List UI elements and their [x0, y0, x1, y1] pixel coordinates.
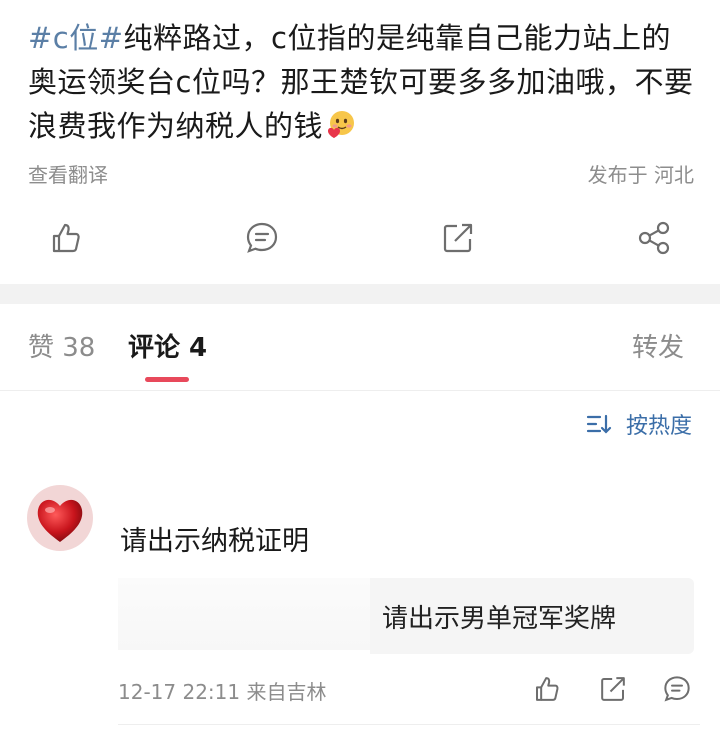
- quoted-reply[interactable]: 请出示男单冠军奖牌: [370, 578, 694, 654]
- post-body: #c位#纯粹路过，c位指的是纯靠自己能力站上的奥运领奖台c位吗？那王楚钦可要多多…: [28, 16, 698, 148]
- tab-comments[interactable]: 评论 4: [128, 332, 207, 364]
- share-icon[interactable]: [636, 220, 672, 256]
- post-location: 发布于 河北: [587, 162, 694, 187]
- hugging-face-emoji-icon: [325, 109, 357, 141]
- repost-icon[interactable]: [598, 674, 628, 704]
- comment-icon[interactable]: [662, 674, 692, 704]
- post-meta: 查看翻译 发布于 河北: [28, 158, 694, 188]
- quoted-reply-spacer: [118, 578, 370, 650]
- repost-icon[interactable]: [440, 220, 476, 256]
- comment-text: 请出示纳税证明: [120, 526, 309, 557]
- post-action-bar: [0, 214, 720, 262]
- active-tab-indicator: [145, 377, 189, 382]
- interaction-tabs: 赞 38 评论 4 转发: [0, 304, 720, 391]
- quoted-reply-text: 请出示男单冠军奖牌: [382, 603, 617, 634]
- sort-toggle[interactable]: 按热度: [586, 408, 692, 440]
- comment-divider: [118, 724, 700, 725]
- tab-reposts[interactable]: 转发: [632, 332, 684, 364]
- thumbs-up-icon[interactable]: [48, 220, 84, 256]
- section-divider: [0, 284, 720, 304]
- comment-icon[interactable]: [244, 220, 280, 256]
- post-text: 纯粹路过，c位指的是纯靠自己能力站上的奥运领奖台c位吗？那王楚钦可要多多加油哦，…: [28, 21, 694, 143]
- sort-icon: [586, 413, 612, 435]
- comment-time-source: 12-17 22:11 来自吉林: [118, 680, 327, 704]
- avatar[interactable]: [26, 484, 94, 552]
- translate-link[interactable]: 查看翻译: [28, 159, 108, 188]
- thumbs-up-icon[interactable]: [532, 674, 562, 704]
- sort-label: 按热度: [625, 414, 692, 439]
- hashtag-link[interactable]: #c位#: [28, 21, 124, 55]
- tab-likes[interactable]: 赞 38: [28, 332, 95, 364]
